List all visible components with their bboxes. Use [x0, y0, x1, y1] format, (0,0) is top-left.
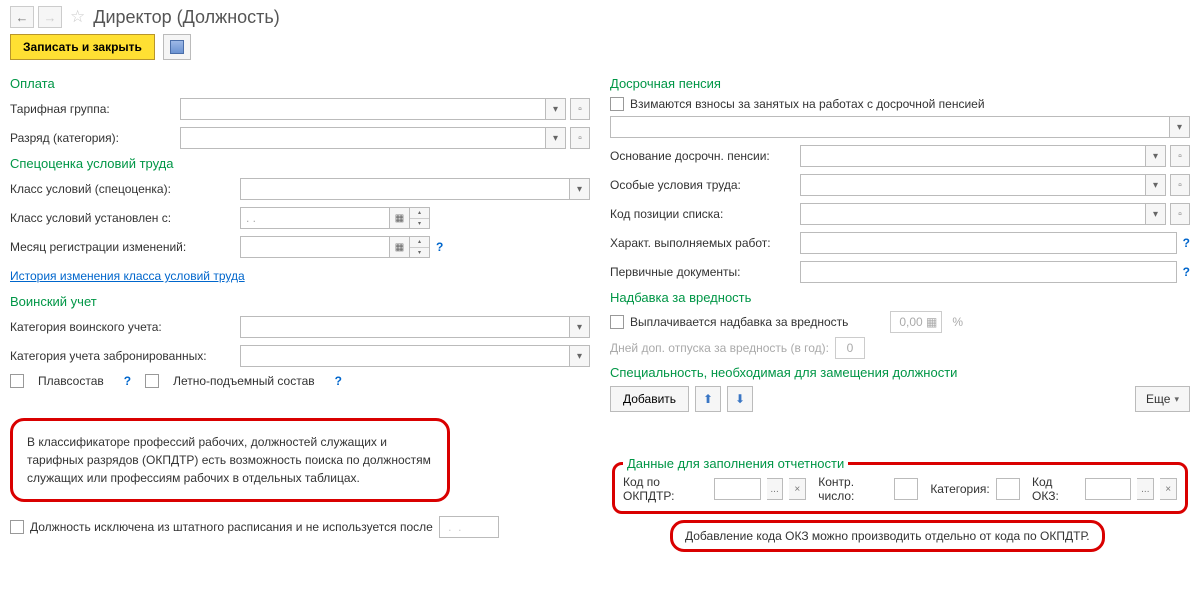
star-icon[interactable]: ☆ [70, 7, 85, 27]
add-button[interactable]: Добавить [610, 386, 689, 412]
save-icon [170, 40, 184, 54]
label-mil-booked: Категория учета забронированных: [10, 349, 240, 363]
back-button[interactable]: ← [10, 6, 34, 28]
forward-button[interactable]: → [38, 6, 62, 28]
help-icon[interactable]: ? [335, 374, 342, 388]
section-military: Воинский учет [10, 294, 590, 309]
label-tariff-group: Тарифная группа: [10, 102, 180, 116]
dropdown-icon[interactable]: ▾ [1146, 145, 1166, 167]
checkbox-float[interactable] [10, 374, 24, 388]
input-docs[interactable] [800, 261, 1177, 283]
open-icon[interactable]: ▫ [1170, 203, 1190, 225]
checkbox-bonus[interactable] [610, 315, 624, 329]
input-vacation-days: 0 [835, 337, 865, 359]
label-code: Код позиции списка: [610, 207, 800, 221]
input-mil-category[interactable] [240, 316, 570, 338]
input-mil-booked[interactable] [240, 345, 570, 367]
help-icon[interactable]: ? [1183, 236, 1190, 250]
callout-okpdtr: В классификаторе профессий рабочих, долж… [10, 418, 450, 502]
input-code[interactable] [800, 203, 1146, 225]
input-okz[interactable] [1085, 478, 1132, 500]
dropdown-icon[interactable]: ▾ [1146, 203, 1166, 225]
dropdown-icon[interactable]: ▾ [1146, 174, 1166, 196]
label-reg-month: Месяц регистрации изменений: [10, 240, 240, 254]
checkbox-pension[interactable] [610, 97, 624, 111]
input-class-since[interactable]: . . [240, 207, 390, 229]
input-exclude-date[interactable]: . . [439, 516, 499, 538]
input-reg-month[interactable] [240, 236, 390, 258]
move-down-button[interactable]: ⬇ [727, 386, 753, 412]
callout-okz: Добавление кода ОКЗ можно производить от… [670, 520, 1105, 552]
select-icon[interactable]: ... [767, 478, 784, 500]
help-icon[interactable]: ? [436, 240, 443, 254]
dropdown-icon[interactable]: ▾ [546, 98, 566, 120]
label-okpdtr: Код по ОКПДТР: [623, 475, 708, 503]
label-bonus-chk: Выплачивается надбавка за вредность [630, 315, 848, 329]
section-report: Данные для заполнения отчетности [623, 456, 848, 471]
calendar-icon[interactable]: ▦ [390, 207, 410, 229]
input-tariff-group[interactable] [180, 98, 546, 120]
clear-icon[interactable]: × [1160, 478, 1177, 500]
input-pension-select[interactable] [610, 116, 1170, 138]
label-control: Контр. число: [818, 475, 888, 503]
input-control[interactable] [894, 478, 918, 500]
label-category: Категория: [930, 482, 989, 496]
input-bonus-value: 0,00 ▦ [890, 311, 942, 333]
label-conditions: Особые условия труда: [610, 178, 800, 192]
label-class: Класс условий (спецоценка): [10, 182, 240, 196]
open-icon[interactable]: ▫ [1170, 174, 1190, 196]
label-exclude: Должность исключена из штатного расписан… [30, 520, 433, 534]
dropdown-icon[interactable]: ▾ [570, 345, 590, 367]
checkbox-flight[interactable] [145, 374, 159, 388]
calendar-icon[interactable]: ▦ [390, 236, 410, 258]
input-category[interactable] [996, 478, 1020, 500]
help-icon[interactable]: ? [1183, 265, 1190, 279]
input-class[interactable] [240, 178, 570, 200]
clear-icon[interactable]: × [789, 478, 806, 500]
select-icon[interactable]: ... [1137, 478, 1154, 500]
label-vacation: Дней доп. отпуска за вредность (в год): [610, 341, 829, 355]
more-button[interactable]: Еще▾ [1135, 386, 1190, 412]
open-icon[interactable]: ▫ [1170, 145, 1190, 167]
label-pct: % [952, 315, 963, 329]
label-basis: Основание досрочн. пенсии: [610, 149, 800, 163]
label-grade: Разряд (категория): [10, 131, 180, 145]
dropdown-icon[interactable]: ▾ [546, 127, 566, 149]
link-history[interactable]: История изменения класса условий труда [10, 269, 245, 283]
input-basis[interactable] [800, 145, 1146, 167]
help-icon[interactable]: ? [124, 374, 131, 388]
dropdown-icon[interactable]: ▾ [570, 316, 590, 338]
page-title: Директор (Должность) [93, 7, 280, 28]
open-icon[interactable]: ▫ [570, 98, 590, 120]
checkbox-exclude[interactable] [10, 520, 24, 534]
label-docs: Первичные документы: [610, 265, 800, 279]
label-pension-chk: Взимаются взносы за занятых на работах с… [630, 97, 985, 111]
label-class-since: Класс условий установлен с: [10, 211, 240, 225]
label-char: Характ. выполняемых работ: [610, 236, 800, 250]
save-close-button[interactable]: Записать и закрыть [10, 34, 155, 60]
label-float: Плавсостав [38, 374, 104, 388]
section-payment: Оплата [10, 76, 590, 91]
dropdown-icon[interactable]: ▾ [1170, 116, 1190, 138]
open-icon[interactable]: ▫ [570, 127, 590, 149]
save-button[interactable] [163, 34, 191, 60]
input-grade[interactable] [180, 127, 546, 149]
label-flight: Летно-подъемный состав [173, 374, 315, 388]
section-spec: Спецоценка условий труда [10, 156, 590, 171]
dropdown-icon[interactable]: ▾ [570, 178, 590, 200]
spinner-icon[interactable]: ▴▾ [410, 236, 430, 258]
label-mil-category: Категория воинского учета: [10, 320, 240, 334]
input-conditions[interactable] [800, 174, 1146, 196]
section-bonus: Надбавка за вредность [610, 290, 1190, 305]
spinner-icon[interactable]: ▴▾ [410, 207, 430, 229]
fieldset-report: Данные для заполнения отчетности Код по … [612, 456, 1188, 514]
section-speciality: Специальность, необходимая для замещения… [610, 365, 1190, 380]
section-pension: Досрочная пенсия [610, 76, 1190, 91]
move-up-button[interactable]: ⬆ [695, 386, 721, 412]
input-char[interactable] [800, 232, 1177, 254]
label-okz: Код ОКЗ: [1032, 475, 1079, 503]
input-okpdtr[interactable] [714, 478, 761, 500]
